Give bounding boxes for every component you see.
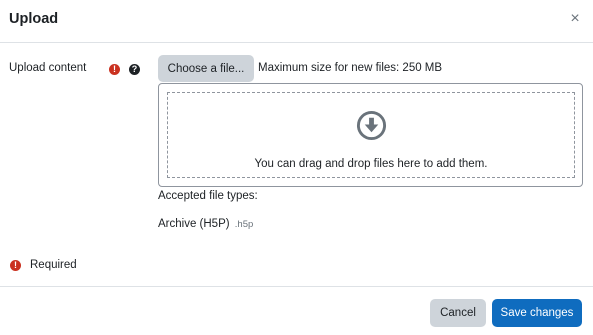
required-note-icon: !	[10, 260, 21, 271]
file-dropzone[interactable]: You can drag and drop files here to add …	[158, 83, 583, 187]
accepted-type-item: Archive (H5P) .h5p	[158, 218, 253, 230]
dropzone-inner[interactable]: You can drag and drop files here to add …	[167, 92, 575, 178]
required-note: Required	[30, 259, 77, 271]
modal-footer: Cancel Save changes	[0, 286, 593, 335]
accepted-type-name: Archive (H5P)	[158, 218, 230, 230]
max-size-text: Maximum size for new files: 250 MB	[258, 62, 443, 74]
dropzone-text: You can drag and drop files here to add …	[254, 158, 488, 170]
accepted-types-label: Accepted file types:	[158, 190, 258, 202]
choose-file-button[interactable]: Choose a file...	[158, 55, 254, 82]
close-icon[interactable]: ×	[567, 10, 583, 28]
save-changes-button[interactable]: Save changes	[492, 299, 582, 327]
modal-title: Upload	[9, 11, 59, 27]
accepted-type-extension: .h5p	[234, 219, 254, 230]
upload-content-label: Upload content	[9, 62, 87, 74]
cancel-button[interactable]: Cancel	[430, 299, 486, 327]
modal-header: Upload ×	[0, 0, 593, 43]
required-icon: !	[109, 64, 120, 75]
help-icon[interactable]: ?	[129, 64, 140, 75]
download-arrow-icon	[356, 110, 387, 141]
